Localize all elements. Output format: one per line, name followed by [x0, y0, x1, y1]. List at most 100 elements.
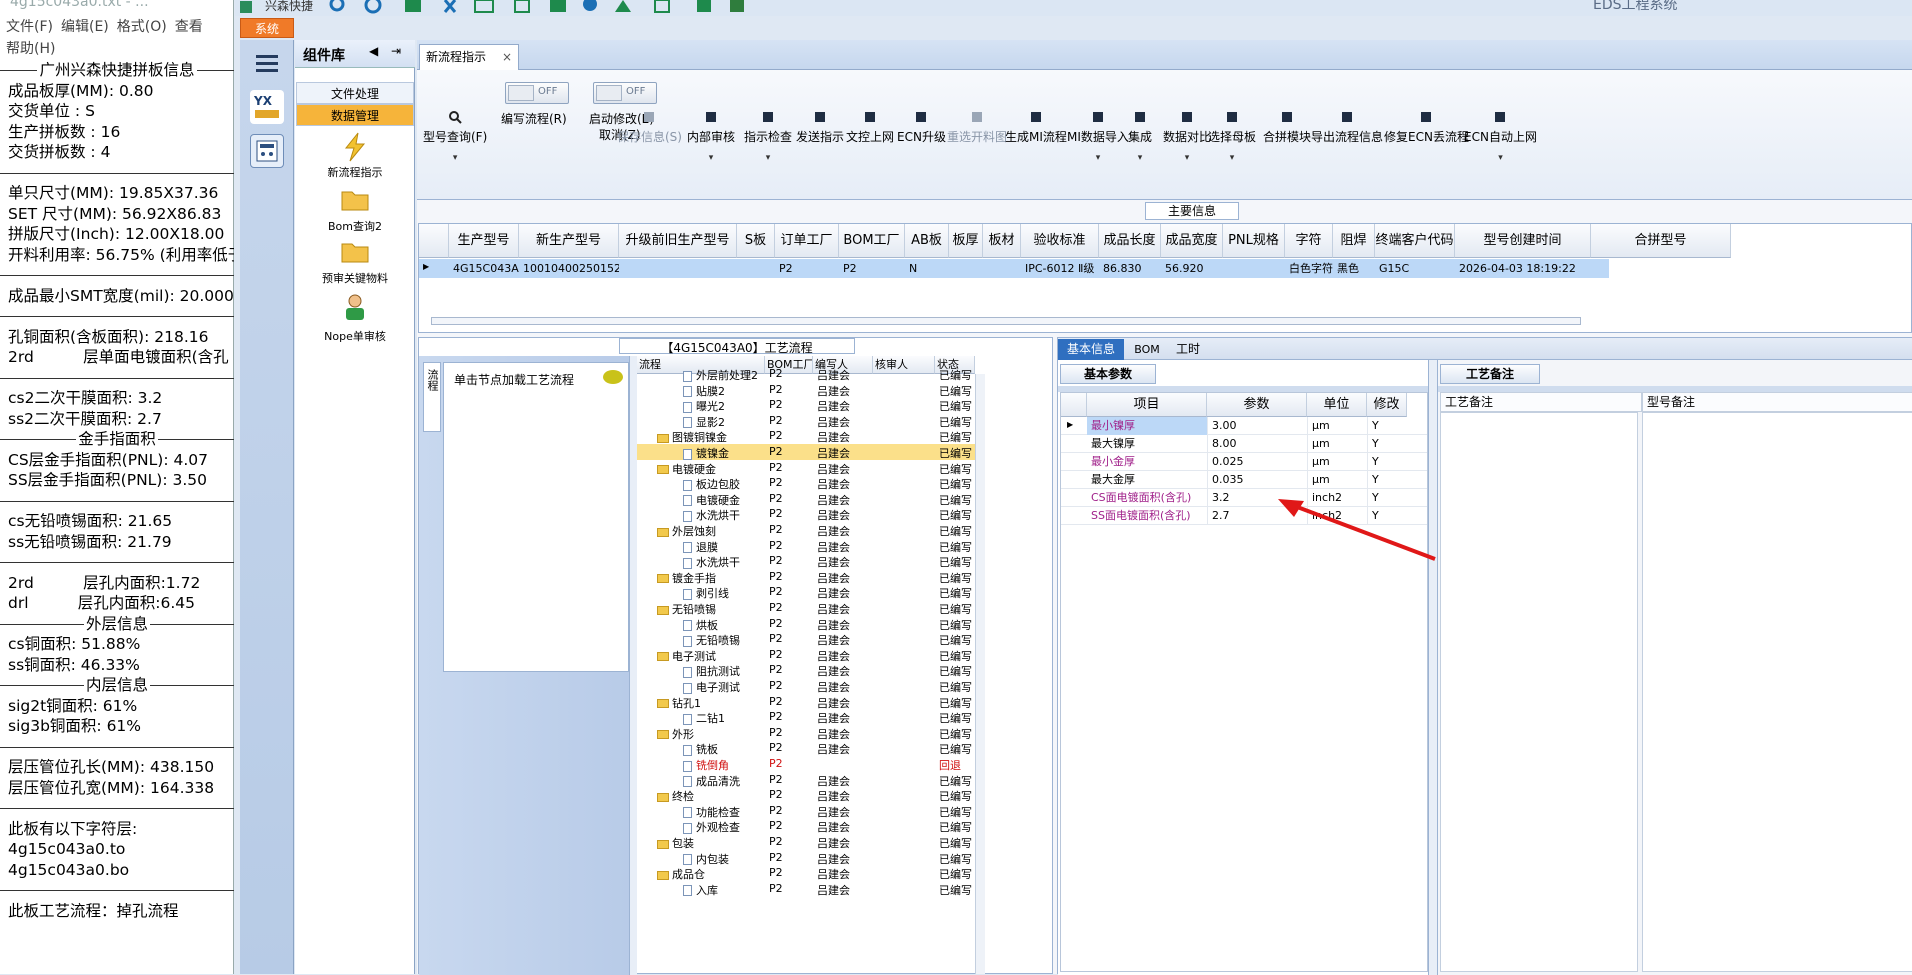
main-info-row[interactable]: ▶ 4G15C043A0 10010400250152 P2 P2 N IPC-6012 Ⅱ…	[419, 259, 1609, 278]
flow-row[interactable]: ⊟图镀铜镍金 P2 吕建会 已编写	[637, 428, 975, 444]
flow-row[interactable]: 铣板 P2 吕建会 已编写	[637, 740, 975, 756]
folder-icon[interactable]	[340, 186, 370, 212]
flow-row[interactable]: ⊟镀金手指 P2 吕建会 已编写	[637, 569, 975, 585]
notepad-menu-item[interactable]: 查看	[175, 16, 203, 38]
main-info-column-header[interactable]: 型号创建时间	[1455, 224, 1591, 258]
ribbon-button-6[interactable]: ECN升级	[897, 110, 946, 145]
flow-row[interactable]: 剥引线 P2 吕建会 已编写	[637, 584, 975, 600]
flow-row[interactable]: ⊟电镀硬金 P2 吕建会 已编写	[637, 460, 975, 476]
component-item-new-flow[interactable]: 新流程指示	[295, 164, 415, 180]
ribbon-button-14[interactable]: 导出流程信息	[1311, 110, 1383, 145]
flow-row[interactable]: ⊟终检 P2 吕建会 已编写	[637, 787, 975, 803]
params-row[interactable]: 最大金厚 0.035 μm Y	[1061, 471, 1427, 489]
splitter[interactable]	[629, 356, 637, 975]
flow-row[interactable]: ⊟成品仓 P2 吕建会 已编写	[637, 865, 975, 881]
main-info-cell[interactable]: N	[905, 259, 949, 278]
ribbon-button-8[interactable]: 生成MI流程	[1005, 110, 1067, 145]
main-info-cell[interactable]: G15C	[1375, 259, 1455, 278]
main-info-cell[interactable]	[619, 259, 737, 278]
flow-row[interactable]: ⊟电子测试 P2 吕建会 已编写	[637, 647, 975, 663]
flow-row[interactable]: 外层前处理2 P2 吕建会 已编写	[637, 366, 975, 382]
main-info-cell[interactable]: 黑色	[1333, 259, 1375, 278]
main-info-cell[interactable]	[1223, 259, 1285, 278]
ribbon-button-1[interactable]: 保存信息(S)	[617, 110, 682, 145]
notepad-menu-item[interactable]: 帮助(H)	[6, 38, 55, 60]
flow-row[interactable]: 退膜 P2 吕建会 已编写	[637, 538, 975, 554]
ribbon-button-13[interactable]: 合拼模块	[1263, 110, 1311, 145]
params-row[interactable]: 最大镍厚 8.00 μm Y	[1061, 435, 1427, 453]
flow-row[interactable]: ⊟包装 P2 吕建会 已编写	[637, 834, 975, 850]
flow-row[interactable]: 镀镍金 P2 吕建会 已编写	[637, 444, 975, 460]
main-info-cell[interactable]: 白色字符	[1285, 259, 1333, 278]
close-icon[interactable]: ×	[502, 45, 512, 69]
param-value[interactable]: 0.025	[1207, 453, 1307, 471]
main-info-cell[interactable]: P2	[775, 259, 839, 278]
edit-flow-toggle[interactable]: OFF	[505, 82, 569, 104]
ribbon-button-5[interactable]: 文控上网	[846, 110, 894, 145]
flow-row[interactable]: 水洗烘干 P2 吕建会 已编写	[637, 553, 975, 569]
main-info-column-header[interactable]: 合拼型号	[1591, 224, 1731, 258]
flow-row[interactable]: 内包装 P2 吕建会 已编写	[637, 850, 975, 866]
flow-row[interactable]: 显影2 P2 吕建会 已编写	[637, 413, 975, 429]
params-column-header[interactable]: 项目	[1087, 393, 1207, 417]
flow-side-tab[interactable]: 流程	[423, 362, 441, 432]
main-info-cell[interactable]: P2	[839, 259, 905, 278]
ribbon-button-11[interactable]: 数据对比 ▾	[1163, 110, 1211, 163]
type-query-button[interactable]: 型号查询(F) ▾	[423, 110, 487, 163]
main-info-cell[interactable]: IPC-6012 Ⅱ级	[1021, 259, 1099, 278]
main-info-column-header[interactable]: 订单工厂	[775, 224, 839, 258]
flow-row[interactable]: 贴膜2 P2 吕建会 已编写	[637, 382, 975, 398]
flow-row[interactable]: 入库 P2 吕建会 已编写	[637, 881, 975, 897]
lightning-icon[interactable]	[340, 132, 370, 162]
start-edit-toggle[interactable]: OFF	[593, 82, 657, 104]
component-item-bom-query[interactable]: Bom查询2	[295, 218, 415, 234]
main-info-column-header[interactable]: PNL规格	[1223, 224, 1285, 258]
notepad-menu-item[interactable]: 编辑(E)	[61, 16, 109, 38]
component-item-nope-review[interactable]: Nope单审核	[295, 328, 415, 344]
main-info-cell[interactable]	[737, 259, 775, 278]
flow-row[interactable]: 无铅喷锡 P2 吕建会 已编写	[637, 631, 975, 647]
horizontal-scrollbar[interactable]	[431, 317, 1581, 325]
main-info-column-header[interactable]: 升级前旧生产型号	[619, 224, 737, 258]
file-processing-button[interactable]: 文件处理	[296, 82, 414, 104]
vertical-scrollbar[interactable]	[975, 374, 985, 974]
main-info-column-header[interactable]: 字符	[1285, 224, 1333, 258]
splitter[interactable]	[1428, 360, 1438, 975]
yx-logo-icon[interactable]: YX	[250, 90, 284, 124]
system-button[interactable]: 系统	[240, 18, 294, 38]
main-info-column-header[interactable]: 板材	[983, 224, 1021, 258]
ribbon-button-12[interactable]: 选择母板 ▾	[1208, 110, 1256, 163]
main-info-cell[interactable]: 4G15C043A0	[449, 259, 519, 278]
params-column-header[interactable]: 修改	[1367, 393, 1407, 417]
main-info-column-header[interactable]: 板厚	[949, 224, 983, 258]
hamburger-menu-icon[interactable]	[250, 46, 284, 80]
ribbon-button-16[interactable]: ECN自动上网 ▾	[1464, 110, 1537, 163]
main-info-column-header[interactable]: BOM工厂	[839, 224, 905, 258]
folder-icon[interactable]	[340, 238, 370, 264]
main-info-column-header[interactable]: 验收标准	[1021, 224, 1099, 258]
main-info-column-header[interactable]: AB板	[905, 224, 949, 258]
flow-row[interactable]: 成品清洗 P2 吕建会 已编写	[637, 772, 975, 788]
flow-row[interactable]: 外观检查 P2 吕建会 已编写	[637, 818, 975, 834]
param-value[interactable]: 3.00	[1207, 417, 1307, 435]
calculator-icon[interactable]	[250, 134, 284, 168]
user-icon[interactable]	[340, 292, 370, 322]
flow-row[interactable]: ⊟钻孔1 P2 吕建会 已编写	[637, 694, 975, 710]
flow-row[interactable]: 电镀硬金 P2 吕建会 已编写	[637, 491, 975, 507]
ribbon-button-9[interactable]: MI数据导入 ▾	[1067, 110, 1129, 163]
flow-row[interactable]: 电子测试 P2 吕建会 已编写	[637, 678, 975, 694]
process-remark-textbox[interactable]	[1440, 412, 1638, 972]
param-value[interactable]: 8.00	[1207, 435, 1307, 453]
params-column-header[interactable]: 单位	[1307, 393, 1367, 417]
ribbon-button-10[interactable]: 集成 ▾	[1128, 110, 1152, 163]
main-info-column-header[interactable]: 生产型号	[449, 224, 519, 258]
tab-process-remarks[interactable]: 工艺备注	[1440, 364, 1540, 384]
notepad-menu-item[interactable]: 格式(O)	[117, 16, 167, 38]
main-info-column-header[interactable]: 成品宽度	[1161, 224, 1223, 258]
main-info-column-header[interactable]: 终端客户代码	[1375, 224, 1455, 258]
flow-row[interactable]: ⊟外层蚀刻 P2 吕建会 已编写	[637, 522, 975, 538]
main-info-cell[interactable]	[949, 259, 983, 278]
flow-row[interactable]: 板边包胶 P2 吕建会 已编写	[637, 475, 975, 491]
flow-row[interactable]: 烘板 P2 吕建会 已编写	[637, 616, 975, 632]
params-column-header[interactable]: 参数	[1207, 393, 1307, 417]
